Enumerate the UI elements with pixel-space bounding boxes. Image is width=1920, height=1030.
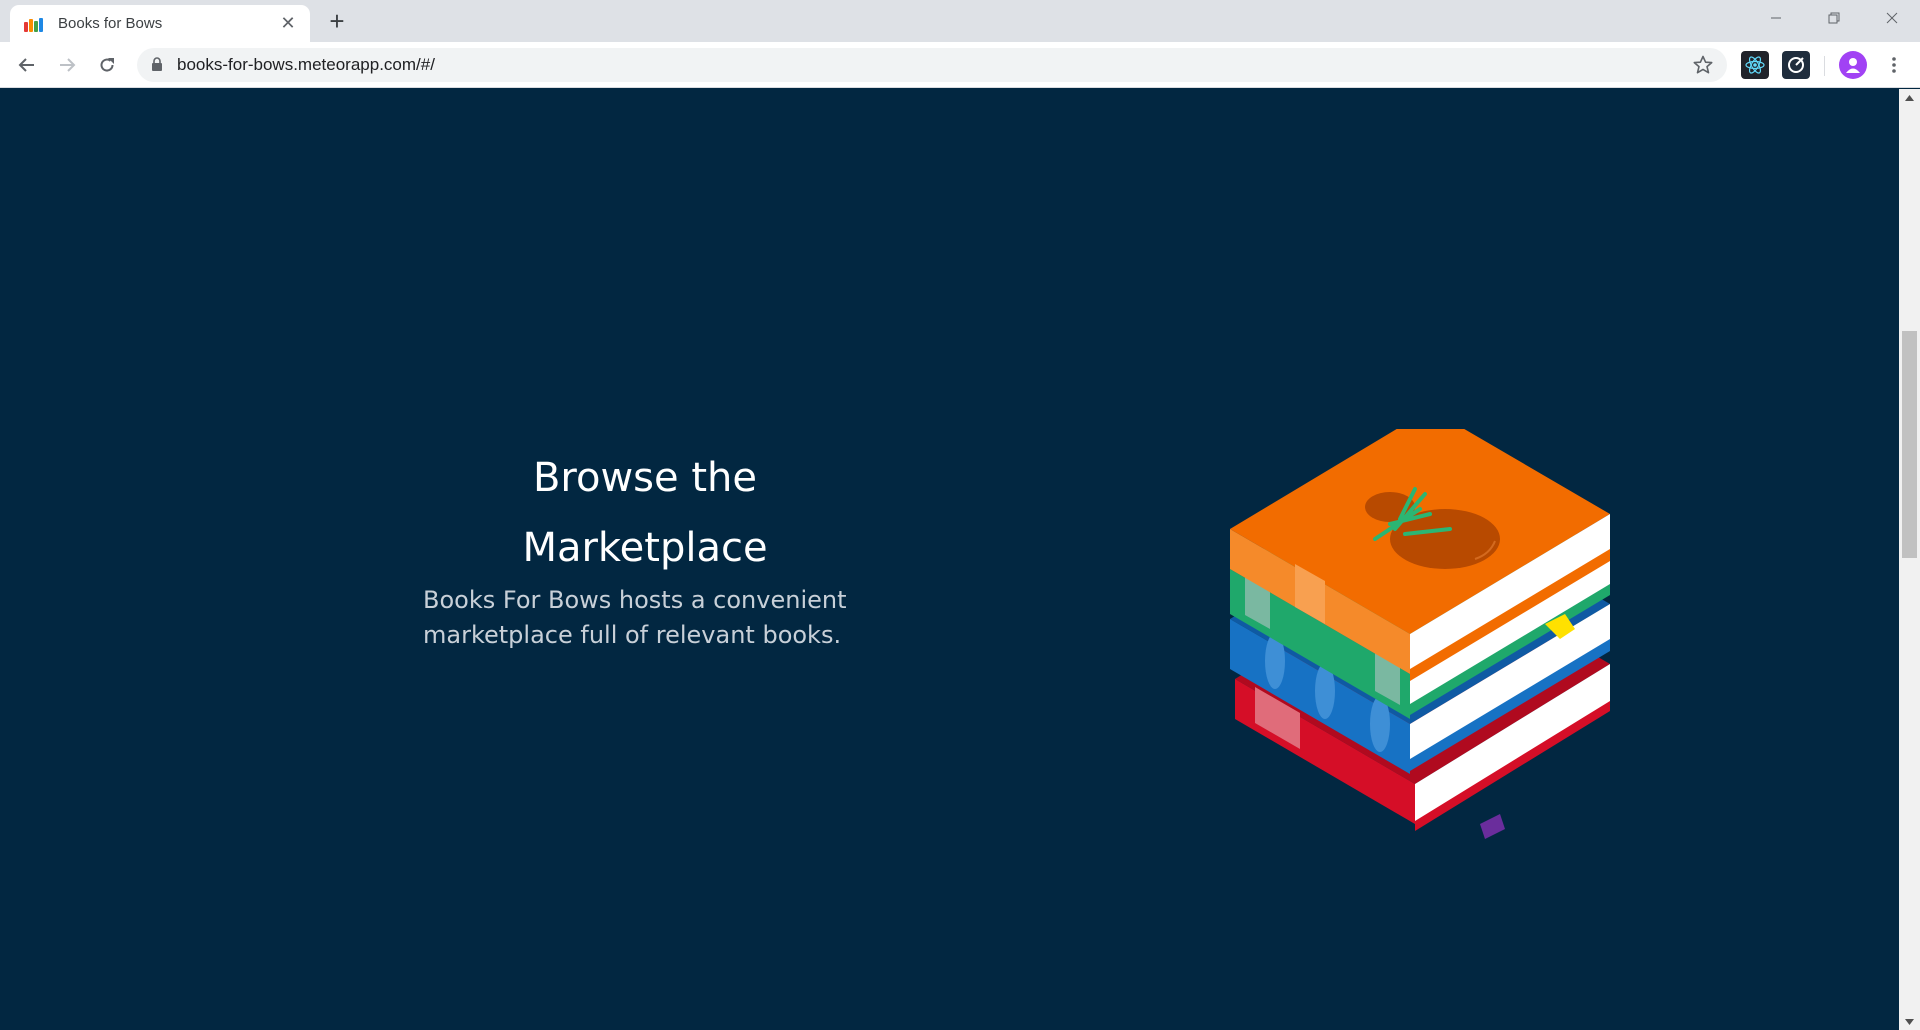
- tab-title: Books for Bows: [58, 15, 163, 32]
- forward-arrow-icon[interactable]: [51, 49, 83, 81]
- minimize-window-button[interactable]: [1748, 0, 1804, 36]
- close-tab-icon[interactable]: ✕: [276, 12, 300, 36]
- url-text: books-for-bows.meteorapp.com/#/: [177, 55, 435, 74]
- books-favicon-icon: [24, 16, 44, 32]
- tab-strip: Books for Bows ✕ +: [0, 0, 1920, 42]
- browser-toolbar: books-for-bows.meteorapp.com/#/: [0, 42, 1920, 88]
- page-content: Browse the Marketplace Books For Bows ho…: [0, 89, 1899, 1030]
- bookmark-star-icon[interactable]: [1693, 55, 1713, 75]
- profile-avatar-icon[interactable]: [1839, 51, 1867, 79]
- close-window-button[interactable]: [1864, 0, 1920, 36]
- new-tab-button[interactable]: +: [322, 7, 352, 35]
- tab-books-for-bows[interactable]: Books for Bows ✕: [10, 5, 310, 42]
- lock-icon: [152, 57, 162, 71]
- hero-heading: Browse the Marketplace: [522, 455, 768, 571]
- browser-menu-icon[interactable]: [1880, 51, 1908, 79]
- toolbar-divider: [1824, 56, 1825, 76]
- react-devtools-extension-icon[interactable]: [1741, 51, 1769, 79]
- hero-text-block: Browse the Marketplace Books For Bows ho…: [405, 443, 885, 653]
- stacked-books-illustration-icon: [1230, 429, 1610, 839]
- address-bar[interactable]: books-for-bows.meteorapp.com/#/: [137, 48, 1727, 82]
- scroll-up-arrow-icon[interactable]: [1899, 89, 1920, 106]
- scrollbar-thumb[interactable]: [1902, 331, 1917, 558]
- page-scrollbar[interactable]: [1899, 89, 1920, 1030]
- back-arrow-icon[interactable]: [11, 49, 43, 81]
- scroll-down-arrow-icon[interactable]: [1899, 1013, 1920, 1030]
- reload-icon[interactable]: [91, 49, 123, 81]
- hero-description: Books For Bows hosts a convenient market…: [423, 586, 847, 649]
- restore-window-button[interactable]: [1806, 0, 1862, 36]
- extension-icon[interactable]: [1782, 51, 1810, 79]
